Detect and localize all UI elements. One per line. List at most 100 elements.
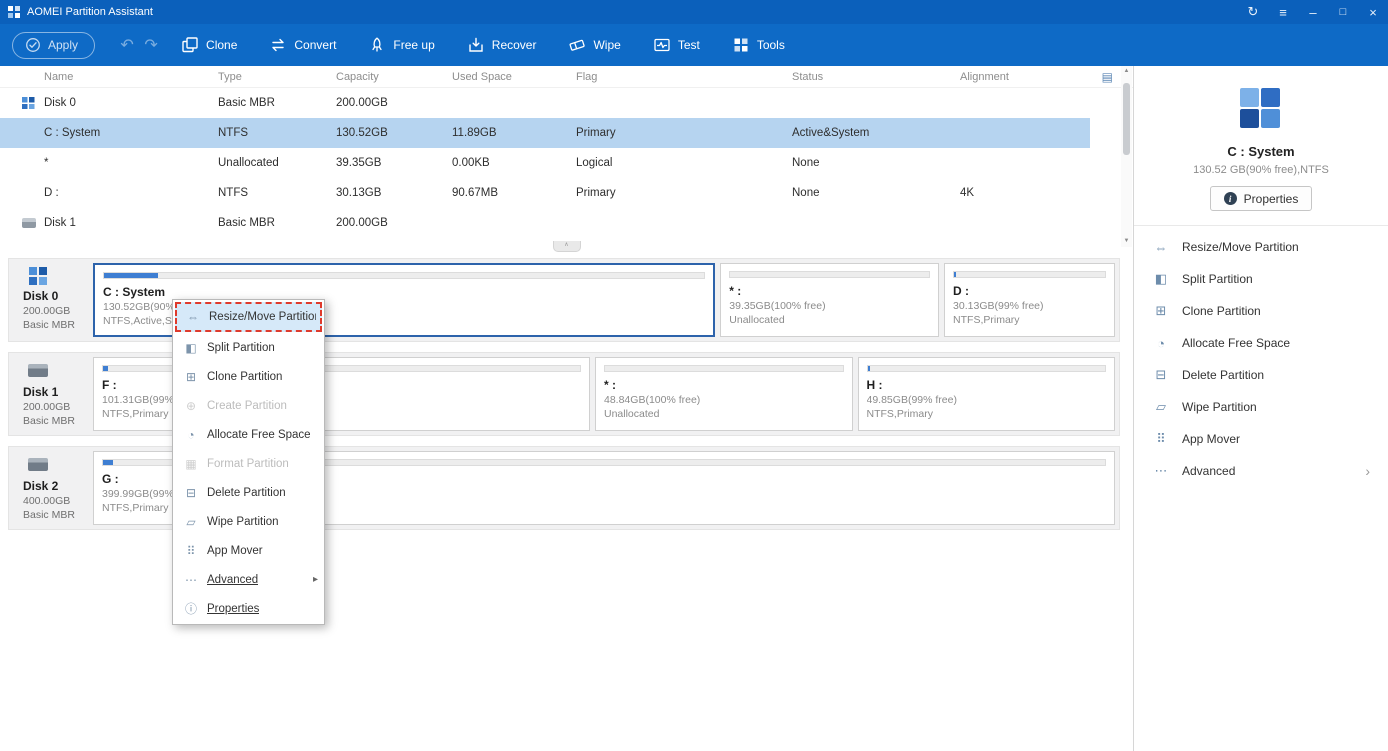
disk-info-disk-1[interactable]: Disk 1 200.00GB Basic MBR <box>9 353 93 435</box>
partition-size: 39.35GB(100% free) <box>729 300 826 312</box>
sidebar-item-label: App Mover <box>1182 432 1241 446</box>
sidebar-item-delete-partition[interactable]: ⊟ Delete Partition <box>1134 359 1388 391</box>
menu-item-resize-move-partition[interactable]: ⇔ Resize/Move Partition <box>175 302 322 332</box>
cell-flag: Primary <box>576 127 616 139</box>
partition-block-[interactable]: * : 39.35GB(100% free) Unallocated <box>720 263 940 337</box>
cell-type: Basic MBR <box>218 97 275 109</box>
cell-cap: 200.00GB <box>336 217 388 229</box>
table-row-partition[interactable]: * Unallocated 39.35GB 0.00KB Logical None <box>0 148 1090 178</box>
partition-block-f[interactable]: F :101.31GB(99% free) NTFS,Primary <box>93 357 590 431</box>
tools-button[interactable]: Tools <box>718 30 799 60</box>
table-row-disk[interactable]: Disk 0 Basic MBR 200.00GB <box>0 88 1090 118</box>
properties-button-label: Properties <box>1243 191 1299 206</box>
hdd-icon <box>22 218 36 228</box>
table-row-partition[interactable]: C : System NTFS 130.52GB 11.89GB Primary Acti… <box>0 118 1090 148</box>
menu-item-properties[interactable]: ⓘ Properties <box>173 594 324 623</box>
sidebar-item-allocate-free-space[interactable]: ◔ Allocate Free Space <box>1134 327 1388 359</box>
table-header: Name Type Capacity Used Space Flag Status Alig… <box>0 66 1133 88</box>
clone-icon: ⊞ <box>1155 303 1167 318</box>
menu-item-advanced[interactable]: ⋯ Advanced ▸ <box>173 565 324 594</box>
clone-icon <box>182 37 198 53</box>
sidebar-item-label: Split Partition <box>1182 272 1253 286</box>
selected-partition-info: 130.52 GB(90% free),NTFS <box>1193 164 1329 176</box>
partition-name: H : <box>866 378 883 392</box>
recover-button[interactable]: Recover <box>453 30 551 60</box>
info-icon: i <box>1223 192 1237 205</box>
partition-block-[interactable]: * : 48.84GB(100% free) Unallocated <box>595 357 853 431</box>
menu-item-delete-partition[interactable]: ⊟ Delete Partition <box>173 478 324 507</box>
minimize-button[interactable]: – <box>1298 0 1328 24</box>
column-header-cap[interactable]: Capacity <box>336 71 452 83</box>
hdd-icon <box>28 458 48 471</box>
menu-item-app-mover[interactable]: ⠿ App Mover <box>173 536 324 565</box>
cell-status: None <box>792 157 820 169</box>
sidebar-item-resize-move-partition[interactable]: ⇔ Resize/Move Partition <box>1134 231 1388 263</box>
column-header-name[interactable]: Name <box>0 71 218 83</box>
close-button[interactable]: × <box>1358 0 1388 24</box>
table-collapse-handle[interactable]: ∧ <box>552 241 581 252</box>
cell-cap: 30.13GB <box>336 187 382 199</box>
sidebar-item-wipe-partition[interactable]: ▱ Wipe Partition <box>1134 391 1388 423</box>
undo-button[interactable]: ↶ <box>115 35 139 55</box>
partition-size: 49.85GB(99% free) <box>866 394 957 406</box>
column-header-flag[interactable]: Flag <box>576 71 792 83</box>
menu-item-clone-partition[interactable]: ⊞ Clone Partition <box>173 362 324 391</box>
table-row-disk[interactable]: Disk 1 Basic MBR 200.00GB <box>0 208 1090 238</box>
column-header-used[interactable]: Used Space <box>452 71 576 83</box>
sync-icon[interactable]: ↻ <box>1238 0 1268 24</box>
app-mover-icon: ⠿ <box>1156 431 1166 446</box>
apply-button[interactable]: Apply <box>12 31 96 59</box>
allocate-icon: ◔ <box>187 427 195 442</box>
partition-block-d[interactable]: D : 30.13GB(99% free) NTFS,Primary <box>944 263 1115 337</box>
usage-fill <box>104 273 159 278</box>
clone-button[interactable]: Clone <box>167 30 251 60</box>
sidebar-item-split-partition[interactable]: ◧ Split Partition <box>1134 263 1388 295</box>
partition-size: 48.84GB(100% free) <box>604 394 701 406</box>
app-logo-icon <box>8 6 20 18</box>
disk-size: 200.00GB <box>23 305 71 317</box>
column-header-align[interactable]: Alignment <box>960 71 1090 83</box>
sidebar-item-advanced[interactable]: ⋯ Advanced › <box>1134 455 1388 487</box>
convert-button[interactable]: Convert <box>255 30 350 60</box>
usage-bar <box>604 365 844 372</box>
test-button[interactable]: Test <box>639 30 714 60</box>
menu-item-wipe-partition[interactable]: ▱ Wipe Partition <box>173 507 324 536</box>
redo-button[interactable]: ↷ <box>139 35 163 55</box>
column-header-status[interactable]: Status <box>792 71 960 83</box>
partition-fs: Unallocated <box>604 408 660 420</box>
disk-style: Basic MBR <box>23 415 75 427</box>
menu-item-allocate-free-space[interactable]: ◔ Allocate Free Space <box>173 420 324 449</box>
partition-block-h[interactable]: H : 49.85GB(99% free) NTFS,Primary <box>857 357 1115 431</box>
maximize-button[interactable]: □ <box>1328 0 1358 24</box>
column-settings-icon[interactable]: ▤ <box>1102 70 1113 84</box>
free-up-button[interactable]: Free up <box>354 30 448 60</box>
properties-button[interactable]: i Properties <box>1209 186 1313 211</box>
cell-flag: Primary <box>576 187 616 199</box>
menu-item-label: Format Partition <box>207 457 289 470</box>
sidebar-item-app-mover[interactable]: ⠿ App Mover <box>1134 423 1388 455</box>
scrollbar-thumb[interactable] <box>1123 83 1130 155</box>
menu-item-label: Wipe Partition <box>207 515 279 528</box>
cell-align: 4K <box>960 187 975 199</box>
allocate-icon: ◔ <box>1157 335 1165 351</box>
menu-item-split-partition[interactable]: ◧ Split Partition <box>173 333 324 362</box>
cell-type: Unallocated <box>218 157 279 169</box>
column-header-type[interactable]: Type <box>218 71 336 83</box>
scroll-down-icon[interactable]: ▼ <box>1121 236 1132 247</box>
cell-used: 11.89GB <box>452 127 497 139</box>
usage-fill <box>103 366 108 371</box>
wipe-button[interactable]: Wipe <box>554 30 634 60</box>
disk-info-disk-0[interactable]: Disk 0 200.00GB Basic MBR <box>9 259 93 341</box>
partition-table: Name Type Capacity Used Space Flag Status Alig… <box>0 66 1133 250</box>
convert-icon <box>272 38 285 52</box>
menu-icon[interactable]: ≡ <box>1268 0 1298 24</box>
menu-item-label: Delete Partition <box>207 486 286 499</box>
trash-icon: ⊟ <box>1155 367 1167 382</box>
usage-bar <box>953 271 1106 278</box>
sidebar-item-clone-partition[interactable]: ⊞ Clone Partition <box>1134 295 1388 327</box>
partition-fs: NTFS,Primary <box>866 408 934 420</box>
disk-info-disk-2[interactable]: Disk 2 400.00GB Basic MBR <box>9 447 93 529</box>
table-row-partition[interactable]: D : NTFS 30.13GB 90.67MB Primary None 4K <box>0 178 1090 208</box>
scroll-up-icon[interactable]: ▲ <box>1121 66 1132 77</box>
table-scrollbar[interactable]: ▲ ▼ <box>1121 66 1132 247</box>
